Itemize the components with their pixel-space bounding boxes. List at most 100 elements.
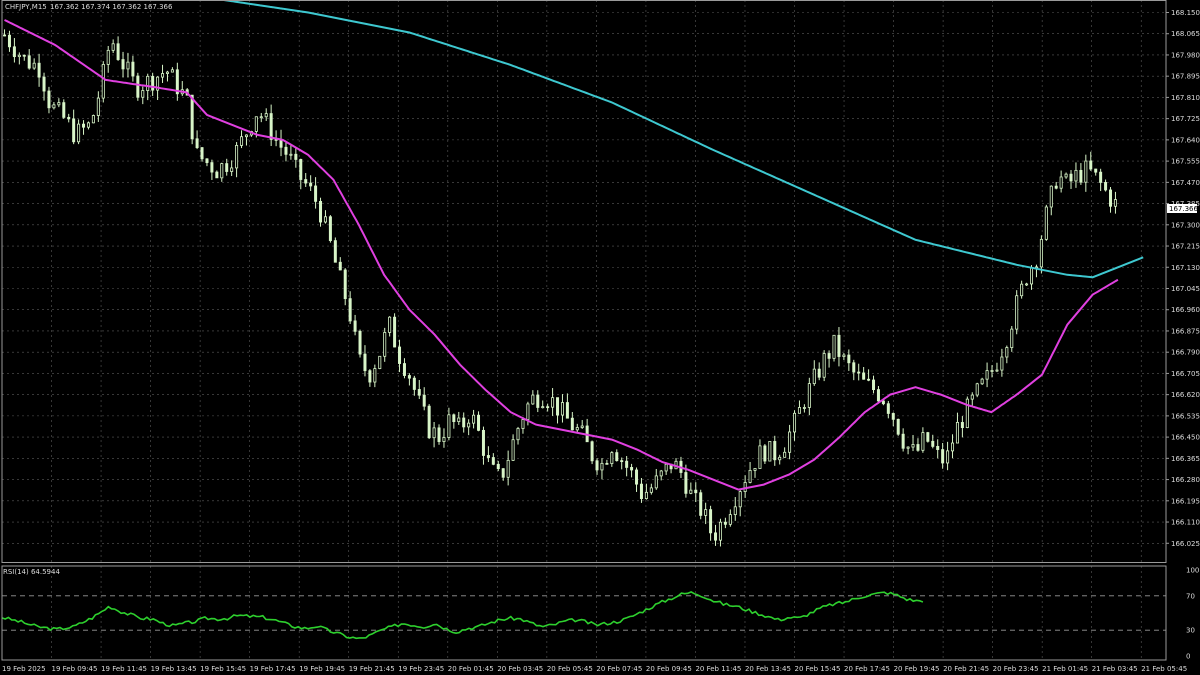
x-tick-label: 20 Feb 21:45 <box>943 665 989 673</box>
x-tick-label: 19 Feb 11:45 <box>101 665 147 673</box>
candle-body <box>264 113 268 118</box>
candle-body <box>363 353 367 372</box>
candle-body <box>333 240 337 263</box>
y-tick-label: 166.790 <box>1171 349 1200 357</box>
candle-body <box>96 97 100 116</box>
y-tick-label: 166.620 <box>1171 391 1200 399</box>
y-tick-label: 166.960 <box>1171 306 1200 314</box>
candle-body <box>1069 173 1073 182</box>
candle-body <box>639 483 643 499</box>
candle-body <box>1000 356 1004 371</box>
candle-body <box>1044 206 1048 240</box>
candle-body <box>802 407 806 409</box>
candle-body <box>126 61 130 70</box>
rsi-tick-label: 100 <box>1186 567 1199 575</box>
candle-body <box>358 330 362 355</box>
candle-body <box>536 394 540 408</box>
x-tick-label: 20 Feb 01:45 <box>448 665 494 673</box>
y-tick-label: 167.810 <box>1171 94 1200 102</box>
candle-body <box>827 353 831 359</box>
candle-body <box>388 316 392 333</box>
candle-body <box>101 63 105 99</box>
candle-body <box>936 445 940 450</box>
y-tick-label: 167.215 <box>1171 243 1200 251</box>
candle-body <box>625 460 629 468</box>
candle-body <box>398 346 402 364</box>
candle-body <box>1059 176 1063 189</box>
candle-body <box>259 116 263 119</box>
candle-body <box>531 394 535 405</box>
candle-body <box>659 470 663 477</box>
candle-body <box>67 116 71 120</box>
candle-body <box>447 414 451 438</box>
candle-body <box>1020 283 1024 297</box>
candle-body <box>763 445 767 462</box>
y-tick-label: 166.280 <box>1171 476 1200 484</box>
candle-body <box>1064 173 1068 178</box>
candle-body <box>353 320 357 332</box>
candle-body <box>319 200 323 223</box>
y-tick-label: 166.195 <box>1171 497 1200 505</box>
candle-body <box>1099 171 1103 183</box>
candle-body <box>699 492 703 516</box>
candle-body <box>77 123 81 143</box>
candle-body <box>373 368 377 383</box>
sma-fast-line <box>4 19 1119 491</box>
candle-body <box>600 462 604 471</box>
candle-body <box>151 75 155 91</box>
candle-body <box>575 427 579 431</box>
candle-body <box>847 354 851 364</box>
candle-body <box>1049 185 1053 208</box>
candle-body <box>230 167 234 172</box>
candles <box>3 29 1117 547</box>
candle-body <box>817 368 821 378</box>
candle-body <box>407 375 411 379</box>
candle-body <box>590 441 594 462</box>
candle-body <box>42 76 46 92</box>
panel-frames <box>1 0 1167 661</box>
candle-body <box>926 432 930 442</box>
candle-body <box>723 521 727 525</box>
candle-body <box>378 355 382 369</box>
candle-body <box>82 123 86 128</box>
candle-body <box>7 34 11 48</box>
candle-body <box>995 369 999 372</box>
candle-body <box>570 417 574 431</box>
candle-body <box>496 463 500 470</box>
candle-body <box>511 439 515 461</box>
candle-body <box>27 55 31 69</box>
x-tick-label: 20 Feb 17:45 <box>844 665 890 673</box>
candle-body <box>649 487 653 493</box>
candle-body <box>491 457 495 465</box>
x-tick-label: 20 Feb 05:45 <box>547 665 593 673</box>
time-axis: 19 Feb 2025 19 Feb 09:45 19 Feb 11:45 19 Fe… <box>2 665 1187 673</box>
candle-body <box>294 153 298 160</box>
candle-body <box>985 370 989 380</box>
candle-body <box>422 394 426 407</box>
candle-body <box>852 362 856 373</box>
candle-body <box>215 171 219 179</box>
candle-body <box>689 489 693 494</box>
candle-body <box>694 489 698 494</box>
candle-body <box>955 422 959 444</box>
x-tick-label: 19 Feb 09:45 <box>52 665 98 673</box>
rsi-tick-label: 0 <box>1186 653 1190 661</box>
candle-body <box>526 403 530 420</box>
candle-body <box>1109 189 1113 207</box>
candle-body <box>437 427 441 442</box>
x-tick-label: 19 Feb 23:45 <box>398 665 444 673</box>
y-tick-label: 167.130 <box>1171 264 1200 272</box>
y-tick-label: 168.150 <box>1171 9 1200 17</box>
candle-body <box>244 134 248 138</box>
candle-body <box>946 450 950 464</box>
candle-body <box>1025 283 1029 286</box>
candle-body <box>165 71 169 74</box>
candle-body <box>521 419 525 429</box>
candle-body <box>254 116 258 132</box>
x-tick-label: 20 Feb 23:45 <box>993 665 1039 673</box>
candle-body <box>368 370 372 383</box>
candle-body <box>718 521 722 541</box>
candle-body <box>886 403 890 414</box>
candle-body <box>965 398 969 429</box>
rsi-frame <box>1 565 1167 661</box>
